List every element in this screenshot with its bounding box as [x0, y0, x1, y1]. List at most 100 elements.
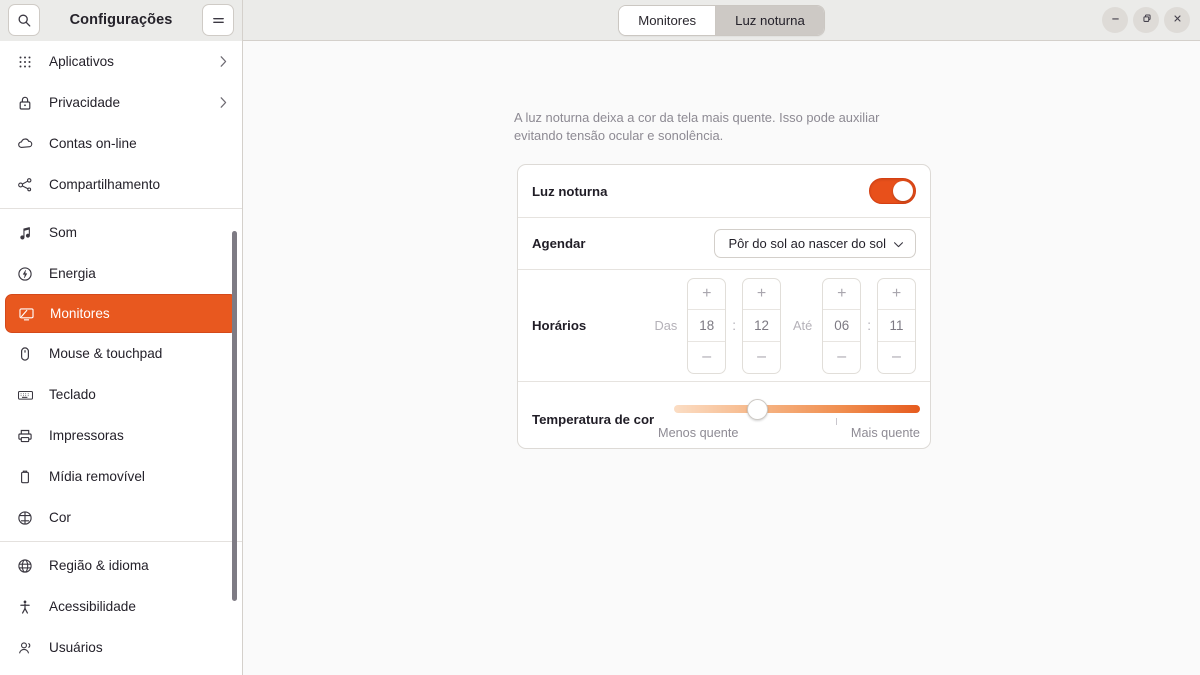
sidebar-item-regi-o-idioma[interactable]: Região & idioma — [0, 545, 242, 586]
color-wheel-icon — [14, 507, 36, 529]
header-right: Monitores Luz noturna — [243, 0, 1200, 41]
from-minute-spinner: + 12 – — [742, 277, 782, 374]
apps-grid-icon — [14, 51, 36, 73]
sidebar-list: Aplicativos Privacidade Contas on-line Comp… — [0, 41, 242, 668]
sidebar-item-label: Usuários — [49, 640, 103, 655]
night-light-toggle[interactable] — [869, 178, 916, 204]
sidebar-item-label: Privacidade — [49, 95, 121, 110]
to-minute-value[interactable]: 11 — [878, 309, 915, 342]
temperature-slider-handle[interactable] — [747, 398, 769, 420]
hamburger-menu-icon — [211, 14, 226, 27]
from-minute-increment[interactable]: + — [743, 279, 780, 310]
sidebar-item-usu-rios[interactable]: Usuários — [0, 627, 242, 668]
from-colon: : — [732, 318, 737, 333]
removable-media-icon — [14, 466, 36, 488]
night-light-card: Luz noturna Agendar Pôr do sol ao nascer… — [517, 164, 931, 449]
night-light-description: A luz noturna deixa a cor da tela mais q… — [514, 110, 880, 144]
sidebar-item-cor[interactable]: Cor — [0, 497, 242, 538]
to-label: Até — [793, 318, 813, 333]
sidebar-item-label: Mouse & touchpad — [49, 346, 163, 361]
chevron-down-icon — [893, 236, 904, 251]
display-icon — [15, 303, 37, 325]
main-menu-button[interactable] — [202, 4, 234, 36]
sidebar-item-label: Som — [49, 225, 77, 240]
sidebar-item-label: Acessibilidade — [49, 599, 136, 614]
sidebar-item-label: Contas on-line — [49, 136, 137, 151]
sidebar-item-impressoras[interactable]: Impressoras — [0, 415, 242, 456]
lock-icon — [14, 92, 36, 114]
from-hour-increment[interactable]: + — [688, 279, 725, 310]
temperature-label: Temperatura de cor — [532, 412, 655, 427]
accessibility-icon — [14, 596, 36, 618]
globe-icon — [14, 555, 36, 577]
close-icon — [1172, 11, 1183, 29]
to-hour-value[interactable]: 06 — [823, 309, 861, 342]
to-minute-decrement[interactable]: – — [878, 342, 915, 373]
sidebar-item-teclado[interactable]: Teclado — [0, 374, 242, 415]
keyboard-icon — [14, 384, 36, 406]
chevron-right-icon — [219, 96, 228, 109]
times-label: Horários — [532, 318, 587, 333]
content-area: A luz noturna deixa a cor da tela mais q… — [243, 41, 1200, 675]
from-minute-decrement[interactable]: – — [743, 342, 780, 373]
temperature-max-label: Mais quente — [850, 426, 920, 440]
to-hour-decrement[interactable]: – — [823, 342, 860, 373]
from-hour-spinner: + 18 – — [687, 277, 727, 374]
users-icon — [14, 637, 36, 659]
maximize-button[interactable] — [1133, 7, 1159, 33]
schedule-dropdown[interactable]: Pôr do sol ao nascer do sol — [714, 229, 916, 258]
sidebar-item-m-dia-remov-vel[interactable]: Mídia removível — [0, 456, 242, 497]
minimize-button[interactable] — [1102, 7, 1128, 33]
window-controls — [1102, 0, 1190, 41]
from-hour-decrement[interactable]: – — [688, 342, 725, 373]
night-light-label: Luz noturna — [532, 183, 608, 199]
from-label: Das — [654, 318, 678, 333]
sidebar: Aplicativos Privacidade Contas on-line Comp… — [0, 41, 243, 675]
temperature-slider[interactable] — [674, 398, 920, 425]
temperature-slider-wrap: Menos quente Mais quente — [658, 396, 920, 442]
sidebar-item-mouse-touchpad[interactable]: Mouse & touchpad — [0, 333, 242, 374]
sidebar-item-acessibilidade[interactable]: Acessibilidade — [0, 586, 242, 627]
sidebar-item-aplicativos[interactable]: Aplicativos — [0, 41, 242, 82]
search-button[interactable] — [8, 4, 40, 36]
tab-monitores-label: Monitores — [638, 12, 697, 28]
close-button[interactable] — [1164, 7, 1190, 33]
music-note-icon — [14, 222, 36, 244]
sidebar-item-contas-on-line[interactable]: Contas on-line — [0, 123, 242, 164]
power-bolt-icon — [14, 263, 36, 285]
printer-icon — [14, 425, 36, 447]
sidebar-item-label: Compartilhamento — [49, 177, 161, 192]
sidebar-item-som[interactable]: Som — [0, 212, 242, 253]
sidebar-item-monitores[interactable]: Monitores — [5, 294, 237, 333]
header-bar: Configurações Monitores Luz noturna — [0, 0, 1200, 41]
to-hour-increment[interactable]: + — [823, 279, 860, 310]
sidebar-item-compartilhamento[interactable]: Compartilhamento — [0, 164, 242, 205]
from-hour-value[interactable]: 18 — [688, 309, 726, 342]
mouse-icon — [14, 343, 36, 365]
temperature-row: Temperatura de cor Menos quente Mais que… — [518, 381, 930, 448]
page-title: Configurações — [69, 12, 173, 28]
from-minute-value[interactable]: 12 — [743, 309, 781, 342]
sidebar-item-label: Teclado — [49, 387, 96, 402]
sidebar-scrollbar[interactable] — [232, 231, 237, 601]
sidebar-item-label: Aplicativos — [49, 54, 114, 69]
sidebar-item-privacidade[interactable]: Privacidade — [0, 82, 242, 123]
sidebar-item-label: Energia — [49, 266, 96, 281]
temperature-slider-tick — [836, 418, 838, 425]
to-minute-increment[interactable]: + — [878, 279, 915, 310]
night-light-row: Luz noturna — [518, 165, 930, 217]
sidebar-item-label: Impressoras — [49, 428, 124, 443]
window-body: Aplicativos Privacidade Contas on-line Comp… — [0, 41, 1200, 675]
sidebar-item-energia[interactable]: Energia — [0, 253, 242, 294]
tab-luz-noturna[interactable]: Luz noturna — [715, 5, 824, 35]
tab-monitores[interactable]: Monitores — [619, 5, 716, 35]
time-controls: Das + 18 – : + 12 – Até + 06 –: + 11 – — [654, 277, 916, 374]
view-switcher: Monitores Luz noturna — [618, 4, 825, 36]
schedule-row: Agendar Pôr do sol ao nascer do sol — [518, 217, 930, 269]
times-row: Horários Das + 18 – : + 12 – Até + 06 – … — [518, 269, 930, 381]
sidebar-header: Configurações — [0, 0, 243, 41]
schedule-label: Agendar — [532, 236, 586, 251]
chevron-right-icon — [219, 55, 228, 68]
to-minute-spinner: + 11 – — [877, 277, 916, 374]
cloud-icon — [14, 133, 36, 155]
